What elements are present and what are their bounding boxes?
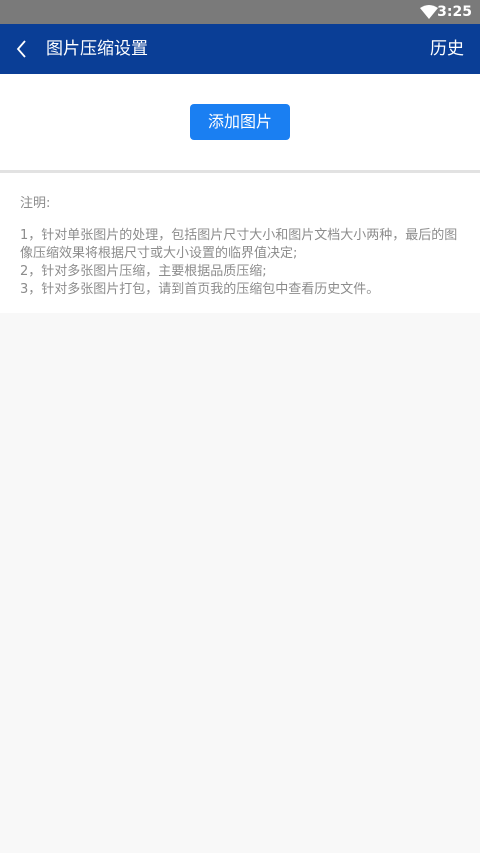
page-title: 图片压缩设置 [46,39,148,59]
back-chevron-icon[interactable] [14,38,30,60]
note-line-1: 1，针对单张图片的处理，包括图片尺寸大小和图片文档大小两种，最后的图像压缩效果将… [20,228,458,261]
status-time: 3:25 [437,4,472,20]
note-line-3: 3，针对多张图片打包，请到首页我的压缩包中查看历史文件。 [20,282,380,297]
app-bar: 图片压缩设置 历史 [0,24,480,74]
history-button[interactable]: 历史 [430,24,464,74]
notes-heading: 注明: [20,196,51,211]
status-bar: 3:25 [0,0,480,24]
action-card: 添加图片 [0,74,480,170]
add-image-button[interactable]: 添加图片 [190,104,290,140]
wifi-icon [420,5,438,19]
note-line-2: 2，针对多张图片压缩，主要根据品质压缩; [20,264,267,279]
notes-section: 注明: 1，针对单张图片的处理，包括图片尺寸大小和图片文档大小两种，最后的图像压… [0,173,480,313]
notes-body: 1，针对单张图片的处理，包括图片尺寸大小和图片文档大小两种，最后的图像压缩效果将… [20,227,460,299]
